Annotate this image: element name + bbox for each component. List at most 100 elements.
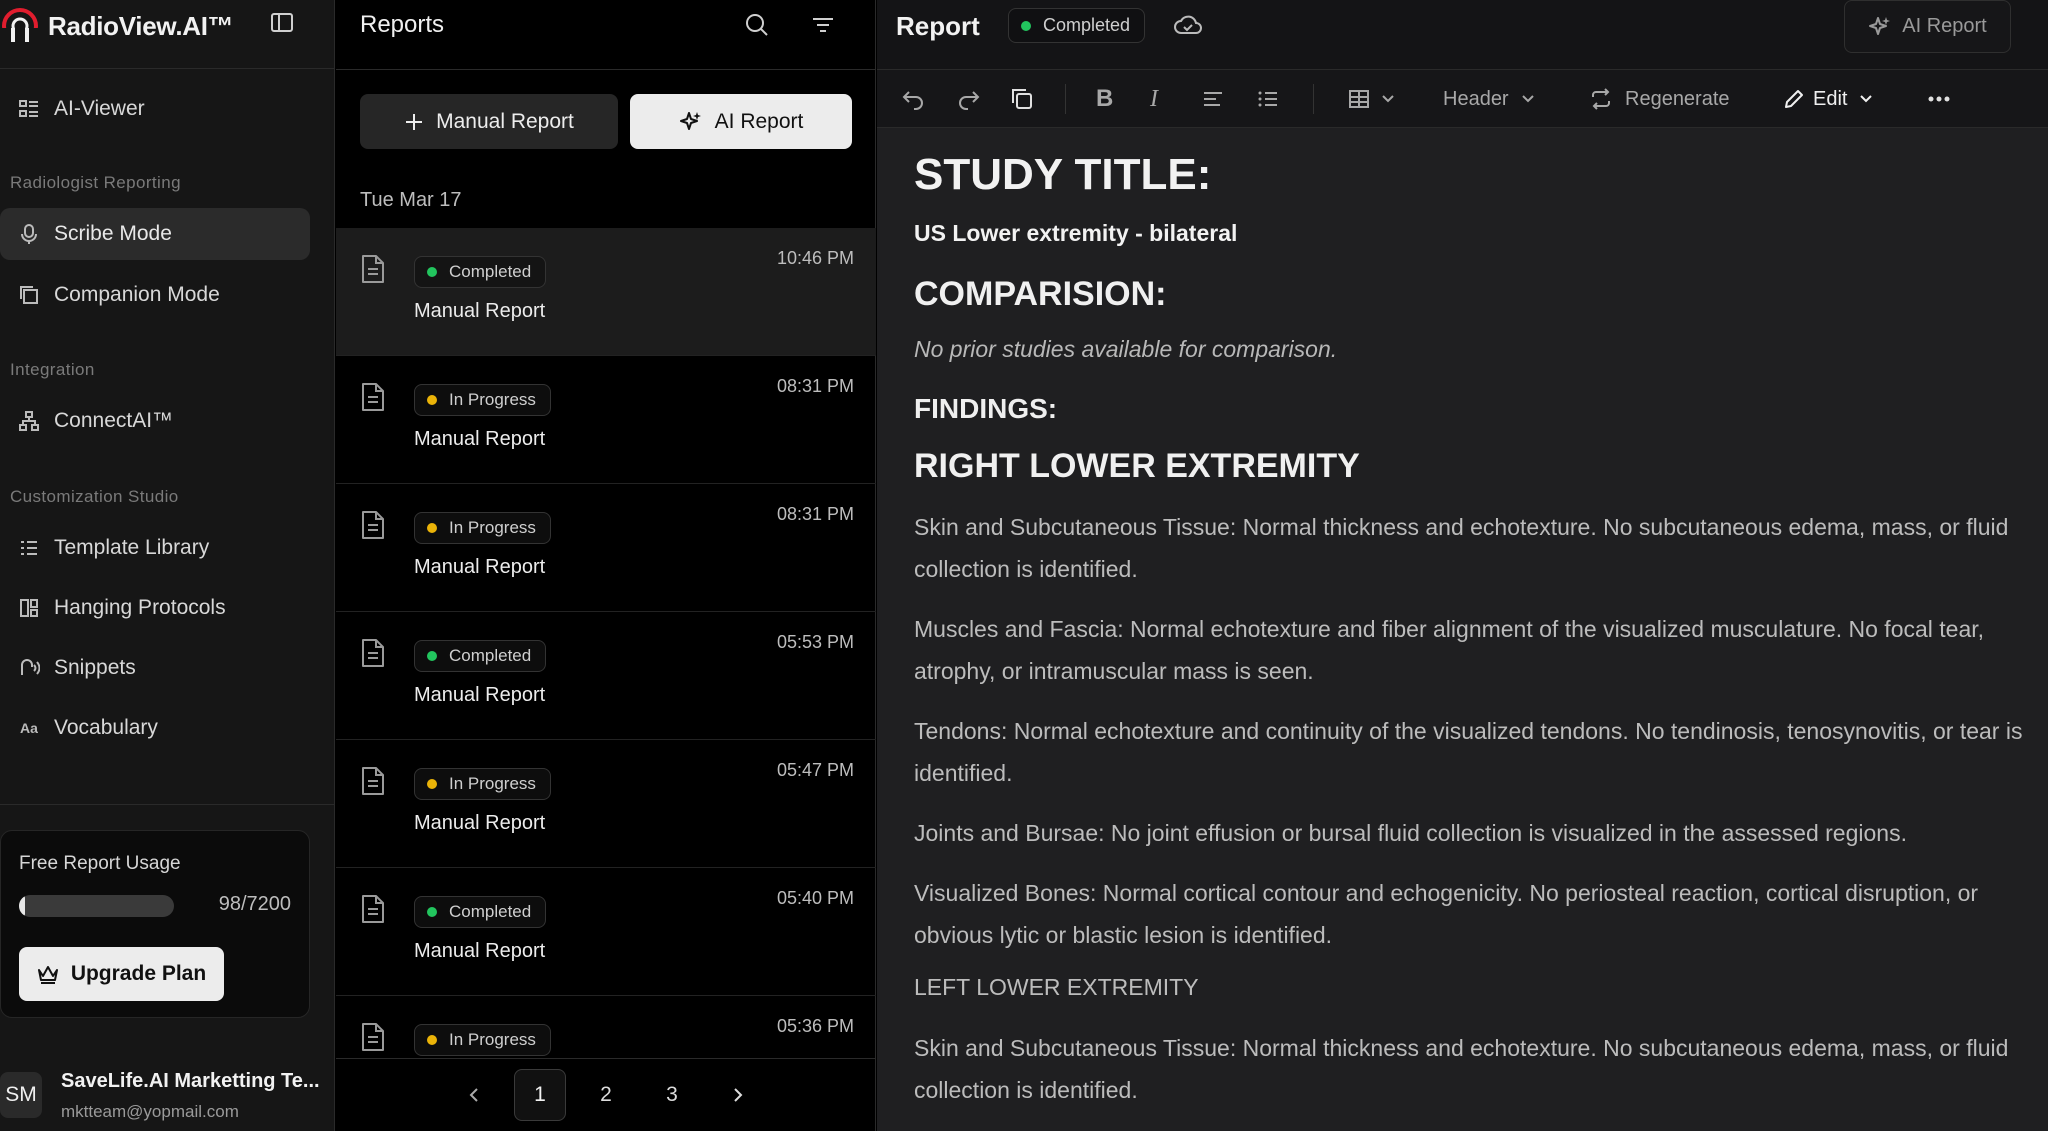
table-icon [1347, 87, 1371, 111]
status-label: Completed [449, 646, 532, 665]
document-icon [360, 254, 386, 289]
date-group-label: Tue Mar 17 [360, 189, 462, 211]
status-badge: In Progress [414, 384, 551, 416]
table-dropdown[interactable] [1347, 84, 1395, 114]
plus-icon [404, 112, 424, 132]
status-badge: In Progress [414, 768, 551, 800]
report-item-time: 05:40 PM [776, 888, 854, 908]
sidebar-item-connectai[interactable]: ConnectAI™ [0, 395, 310, 447]
brand[interactable]: RadioView.AI™ [0, 6, 234, 46]
sidebar-item-label: Template Library [54, 536, 210, 559]
chevron-down-icon [1521, 94, 1535, 104]
cloud-sync-icon[interactable] [1173, 14, 1203, 43]
status-label: Completed [449, 262, 532, 281]
align-left-icon[interactable] [1201, 84, 1225, 114]
usage-progress-bar [19, 895, 174, 917]
italic-icon[interactable]: I [1150, 84, 1158, 114]
status-dot [427, 267, 437, 277]
sidebar-item-label: Hanging Protocols [54, 596, 226, 619]
finding-paragraph: Joints and Bursae: No joint effusion or … [914, 820, 1907, 846]
sidebar-item-hanging-protocols[interactable]: Hanging Protocols [0, 582, 310, 634]
comparison-heading: COMPARISION: [914, 275, 1167, 313]
more-options-icon[interactable] [1926, 84, 1952, 114]
report-list-item[interactable]: Completed Manual Report 05:40 PM [336, 868, 876, 996]
toolbar-separator [1313, 84, 1314, 114]
report-header: Report Completed AI Report [877, 0, 2048, 70]
bullet-list-icon[interactable] [1256, 84, 1280, 114]
usage-count: 98/7200 [218, 893, 291, 915]
user-name: SaveLife.AI Marketting Te... [61, 1070, 320, 1092]
status-dot [1021, 20, 1031, 31]
undo-icon[interactable] [901, 84, 927, 114]
chevron-down-icon [1381, 94, 1395, 104]
upgrade-plan-button[interactable]: Upgrade Plan [19, 947, 224, 1001]
page-button-2[interactable]: 2 [580, 1069, 632, 1121]
layout-panels-icon [16, 595, 42, 621]
reports-header: Reports [336, 0, 876, 70]
report-body[interactable]: STUDY TITLE: US Lower extremity - bilate… [914, 150, 2024, 1130]
document-icon [360, 382, 386, 417]
regenerate-button[interactable]: Regenerate [1589, 84, 1730, 114]
sidebar-item-vocabulary[interactable]: Aa Vocabulary [0, 702, 310, 754]
reports-title: Reports [360, 11, 445, 38]
speech-snippet-icon [16, 655, 42, 681]
new-ai-report-button[interactable]: AI Report [630, 94, 852, 149]
avatar: SM [0, 1072, 42, 1118]
editor-toolbar: B I Header Regenerate Edit [877, 70, 2048, 128]
report-list-item[interactable]: Completed Manual Report 10:46 PM [336, 228, 876, 356]
edit-label: Edit [1813, 87, 1848, 110]
redo-icon[interactable] [955, 84, 981, 114]
report-item-title: Manual Report [414, 556, 546, 578]
sidebar-item-template-library[interactable]: Template Library [0, 522, 310, 574]
sidebar-item-ai-viewer[interactable]: AI-Viewer [0, 83, 310, 135]
page-button-1[interactable]: 1 [514, 1069, 566, 1121]
report-list-item[interactable]: In Progress Manual Report 08:31 PM [336, 484, 876, 612]
status-label: In Progress [449, 518, 536, 537]
page-button-3[interactable]: 3 [646, 1069, 698, 1121]
document-icon [360, 766, 386, 801]
report-list: Completed Manual Report 10:46 PM In Progres… [336, 228, 876, 1058]
brand-name: RadioView.AI™ [48, 10, 234, 41]
report-list-item[interactable]: In Progress Manual Report 05:47 PM [336, 740, 876, 868]
usage-progress-fill [19, 895, 26, 917]
report-item-time: 05:36 PM [776, 1016, 854, 1036]
sidebar-item-snippets[interactable]: Snippets [0, 642, 310, 694]
sidebar: RadioView.AI™ AI-Viewer Radiologist Repo… [0, 0, 335, 1131]
pencil-icon [1783, 88, 1805, 110]
sidebar-item-companion-mode[interactable]: Companion Mode [0, 269, 310, 321]
bold-icon[interactable]: B [1096, 84, 1113, 114]
report-list-item[interactable]: In ProgressManual Report05:36 PM [336, 996, 876, 1058]
ai-report-button[interactable]: AI Report [1844, 0, 2011, 53]
sidebar-item-scribe-mode[interactable]: Scribe Mode [0, 208, 310, 260]
finding-paragraph: Skin and Subcutaneous Tissue: Normal thi… [914, 514, 2009, 582]
regenerate-label: Regenerate [1625, 87, 1730, 110]
status-label: In Progress [449, 774, 536, 793]
report-item-title: Manual Report [414, 940, 546, 962]
sidebar-item-label: Scribe Mode [54, 222, 172, 245]
next-page-button[interactable] [712, 1069, 764, 1121]
status-badge: Completed [414, 896, 547, 928]
status-dot [427, 523, 437, 533]
toolbar-separator [1065, 84, 1066, 114]
divider [0, 804, 335, 805]
usage-card: Free Report Usage 98/7200 Upgrade Plan [0, 830, 310, 1018]
header-style-dropdown[interactable]: Header [1443, 84, 1535, 114]
search-icon[interactable] [744, 12, 770, 43]
chevron-down-icon [1859, 94, 1873, 104]
filter-icon[interactable] [810, 12, 836, 43]
new-manual-report-button[interactable]: Manual Report [360, 94, 618, 149]
finding-paragraph: Skin and Subcutaneous Tissue: Normal thi… [914, 1035, 2009, 1103]
report-list-item[interactable]: Completed Manual Report 05:53 PM [336, 612, 876, 740]
prev-page-button[interactable] [448, 1069, 500, 1121]
user-profile[interactable]: SM SaveLife.AI Marketting Te... mktteam@… [0, 1060, 335, 1130]
sidebar-toggle-icon[interactable] [270, 11, 296, 35]
sidebar-item-label: AI-Viewer [54, 97, 145, 120]
report-list-item[interactable]: In Progress Manual Report 08:31 PM [336, 356, 876, 484]
radioview-logo-icon [0, 8, 40, 46]
edit-dropdown[interactable]: Edit [1783, 84, 1873, 114]
comparison-text: No prior studies available for compariso… [914, 336, 1338, 362]
status-badge: Completed [414, 640, 547, 672]
sidebar-item-label: Snippets [54, 656, 136, 679]
copy-icon[interactable] [1009, 84, 1035, 114]
report-item-time: 08:31 PM [776, 376, 854, 396]
